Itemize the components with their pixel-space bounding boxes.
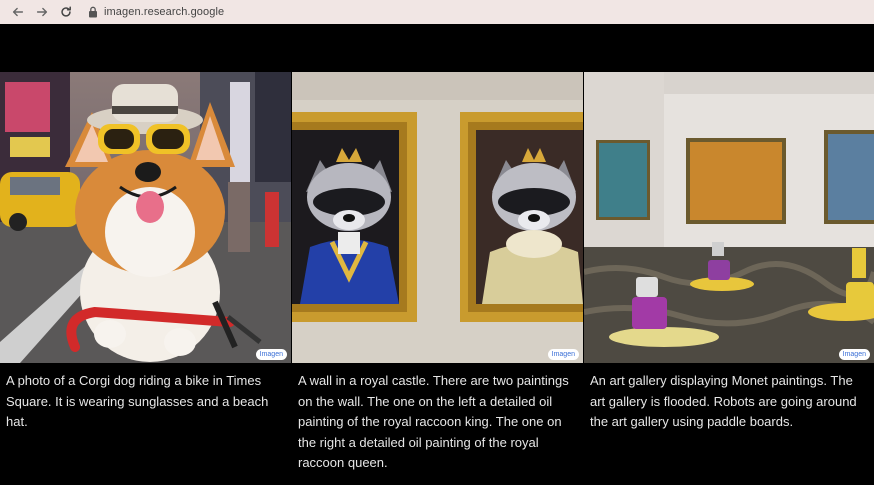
raccoon-paintings-image[interactable]: Imagen [292, 72, 583, 363]
flooded-gallery-scene [584, 72, 874, 363]
caption-flooded-gallery: An art gallery displaying Monet painting… [590, 373, 857, 429]
imagen-gallery: Imagen A photo of a Corgi dog riding a b… [0, 72, 874, 474]
gallery-card-raccoons: Imagen A wall in a royal castle. There a… [292, 72, 583, 474]
browser-toolbar: imagen.research.google [0, 0, 874, 24]
lock-icon [89, 6, 97, 18]
corgi-scene [0, 72, 291, 363]
gallery-card-corgi: Imagen A photo of a Corgi dog riding a b… [0, 72, 291, 474]
page-content: Imagen A photo of a Corgi dog riding a b… [0, 24, 874, 485]
corgi-image[interactable]: Imagen [0, 72, 291, 363]
imagen-badge: Imagen [838, 349, 870, 360]
url-text: imagen.research.google [104, 6, 225, 18]
forward-button[interactable] [32, 2, 52, 22]
imagen-badge: Imagen [255, 349, 287, 360]
caption-corgi: A photo of a Corgi dog riding a bike in … [6, 373, 269, 429]
reload-button[interactable] [56, 2, 76, 22]
arrow-left-icon [12, 7, 24, 17]
address-bar[interactable]: imagen.research.google [88, 2, 224, 22]
flooded-gallery-image[interactable]: Imagen [584, 72, 874, 363]
reload-icon [61, 6, 71, 17]
back-button[interactable] [8, 2, 28, 22]
imagen-badge: Imagen [547, 349, 579, 360]
raccoon-scene [292, 72, 583, 363]
caption-raccoons: A wall in a royal castle. There are two … [298, 373, 569, 470]
arrow-right-icon [36, 7, 48, 17]
gallery-card-flooded-gallery: Imagen An art gallery displaying Monet p… [584, 72, 874, 474]
